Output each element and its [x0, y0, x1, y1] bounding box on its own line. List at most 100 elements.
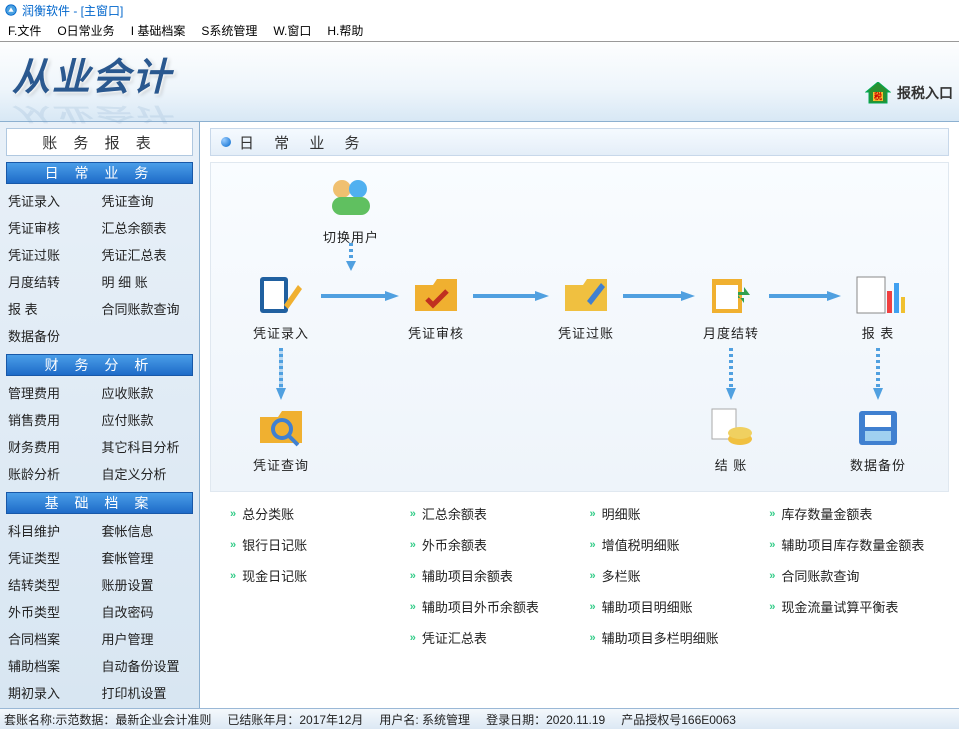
coins-icon: [704, 403, 758, 451]
sidebar-link[interactable]: 合同账款查询: [102, 296, 192, 321]
quick-link[interactable]: »凭证汇总表: [410, 628, 580, 647]
sidebar-link[interactable]: 汇总余额表: [102, 215, 192, 240]
node-backup[interactable]: 数据备份: [843, 403, 913, 474]
sidebar-link[interactable]: 自动备份设置: [102, 653, 192, 678]
node-post[interactable]: 凭证过账: [551, 271, 621, 342]
quick-link[interactable]: »现金日记账: [230, 566, 400, 585]
sidebar-link[interactable]: 打印机设置: [102, 680, 192, 705]
chevron-right-icon: »: [769, 601, 775, 613]
node-switch-user[interactable]: 切换用户: [316, 175, 386, 246]
window-title: 润衡软件 - [主窗口]: [22, 2, 123, 19]
quick-link[interactable]: »多栏账: [590, 566, 760, 585]
folder-search-icon: [254, 403, 308, 451]
arrow-right-icon: [473, 291, 549, 301]
sidebar-link[interactable]: 凭证录入: [8, 188, 98, 213]
menu-base[interactable]: I 基础档案: [131, 22, 186, 39]
folder-edit-icon: [559, 271, 613, 319]
chevron-right-icon: »: [410, 508, 416, 520]
menu-file[interactable]: F.文件: [8, 22, 41, 39]
arrow-down-icon: [346, 243, 356, 271]
quick-link[interactable]: »明细账: [590, 504, 760, 523]
sidebar-link[interactable]: 管理费用: [8, 380, 98, 405]
arrow-right-icon: [769, 291, 841, 301]
quick-link[interactable]: »汇总余额表: [410, 504, 580, 523]
header-banner: 从业会计 从业会计 税 报税入口: [0, 42, 959, 122]
sidebar-link[interactable]: 合同档案: [8, 626, 98, 651]
menu-daily[interactable]: O日常业务: [57, 22, 114, 39]
sidebar-link[interactable]: 应收账款: [102, 380, 192, 405]
disk-icon: [851, 403, 905, 451]
sidebar-link[interactable]: 套帐管理: [102, 545, 192, 570]
quick-link[interactable]: »增值税明细账: [590, 535, 760, 554]
sidebar-link[interactable]: 账龄分析: [8, 461, 98, 486]
node-audit[interactable]: 凭证审核: [401, 271, 471, 342]
sidebar-link[interactable]: 其它科目分析: [102, 434, 192, 459]
sidebar-link[interactable]: 账册设置: [102, 572, 192, 597]
tax-entry-link[interactable]: 税 报税入口: [865, 82, 953, 104]
chevron-right-icon: »: [769, 508, 775, 520]
section-base[interactable]: 基 础 档 案: [6, 492, 193, 514]
quick-link[interactable]: »现金流量试算平衡表: [769, 597, 939, 616]
sidebar-link[interactable]: 凭证查询: [102, 188, 192, 213]
sidebar-link[interactable]: 明 细 账: [102, 269, 192, 294]
sidebar-link[interactable]: 凭证审核: [8, 215, 98, 240]
sidebar-title: 账 务 报 表: [6, 128, 193, 156]
chevron-right-icon: »: [230, 508, 236, 520]
arrow-right-icon: [321, 291, 399, 301]
quick-link[interactable]: »辅助项目余额表: [410, 566, 580, 585]
chevron-right-icon: »: [590, 601, 596, 613]
sidebar-link[interactable]: 凭证类型: [8, 545, 98, 570]
content-title: 日 常 业 务: [239, 132, 368, 153]
sidebar-link[interactable]: 外币类型: [8, 599, 98, 624]
sidebar-link[interactable]: 凭证汇总表: [102, 242, 192, 267]
sidebar-link[interactable]: 凭证过账: [8, 242, 98, 267]
quick-link[interactable]: »总分类账: [230, 504, 400, 523]
arrow-right-icon: [623, 291, 695, 301]
sidebar-link[interactable]: 套帐信息: [102, 518, 192, 543]
status-period: 已结账年月：2017年12月: [227, 711, 363, 728]
sidebar-link[interactable]: 科目维护: [8, 518, 98, 543]
quick-link[interactable]: »辅助项目库存数量金额表: [769, 535, 939, 554]
chevron-right-icon: »: [590, 632, 596, 644]
node-entry[interactable]: 凭证录入: [246, 271, 316, 342]
node-query[interactable]: 凭证查询: [246, 403, 316, 474]
section-daily[interactable]: 日 常 业 务: [6, 162, 193, 184]
sidebar-link[interactable]: 月度结转: [8, 269, 98, 294]
quick-link[interactable]: »银行日记账: [230, 535, 400, 554]
status-account: 套账名称:示范数据：最新企业会计准则: [4, 711, 211, 728]
menu-window[interactable]: W.窗口: [273, 22, 311, 39]
menu-system[interactable]: S系统管理: [201, 22, 257, 39]
main-area: 账 务 报 表 日 常 业 务 凭证录入凭证查询凭证审核汇总余额表凭证过账凭证汇…: [0, 122, 959, 708]
status-license: 产品授权号166E0063: [621, 711, 736, 728]
sidebar-link[interactable]: 自定义分析: [102, 461, 192, 486]
sidebar-link[interactable]: 财务费用: [8, 434, 98, 459]
doc-pen-icon: [254, 271, 308, 319]
status-bar: 套账名称:示范数据：最新企业会计准则 已结账年月：2017年12月 用户名: 系…: [0, 708, 959, 729]
users-icon: [324, 175, 378, 223]
app-icon: [4, 3, 18, 17]
quick-link[interactable]: »辅助项目外币余额表: [410, 597, 580, 616]
tax-link-label: 报税入口: [897, 83, 953, 103]
sidebar-link[interactable]: 数据备份: [8, 323, 98, 348]
sidebar-link[interactable]: 销售费用: [8, 407, 98, 432]
quick-link[interactable]: »辅助项目明细账: [590, 597, 760, 616]
menu-help[interactable]: H.帮助: [327, 22, 363, 39]
quick-link[interactable]: »辅助项目多栏明细账: [590, 628, 760, 647]
sidebar-link[interactable]: 用户管理: [102, 626, 192, 651]
sidebar-link[interactable]: 应付账款: [102, 407, 192, 432]
quick-link[interactable]: »合同账款查询: [769, 566, 939, 585]
node-report[interactable]: 报 表: [843, 271, 913, 342]
section-fin[interactable]: 财 务 分 析: [6, 354, 193, 376]
quick-link[interactable]: »外币余额表: [410, 535, 580, 554]
sidebar-link[interactable]: 期初录入: [8, 680, 98, 705]
sidebar-link[interactable]: 报 表: [8, 296, 98, 321]
sidebar-link[interactable]: 辅助档案: [8, 653, 98, 678]
bullet-icon: [221, 137, 231, 147]
sidebar-link[interactable]: 结转类型: [8, 572, 98, 597]
sidebar-link[interactable]: 自改密码: [102, 599, 192, 624]
menu-bar: F.文件 O日常业务 I 基础档案 S系统管理 W.窗口 H.帮助: [0, 20, 959, 42]
node-close[interactable]: 结 账: [696, 403, 766, 474]
svg-text:税: 税: [874, 91, 882, 101]
node-month[interactable]: 月度结转: [696, 271, 766, 342]
quick-link[interactable]: »库存数量金额表: [769, 504, 939, 523]
